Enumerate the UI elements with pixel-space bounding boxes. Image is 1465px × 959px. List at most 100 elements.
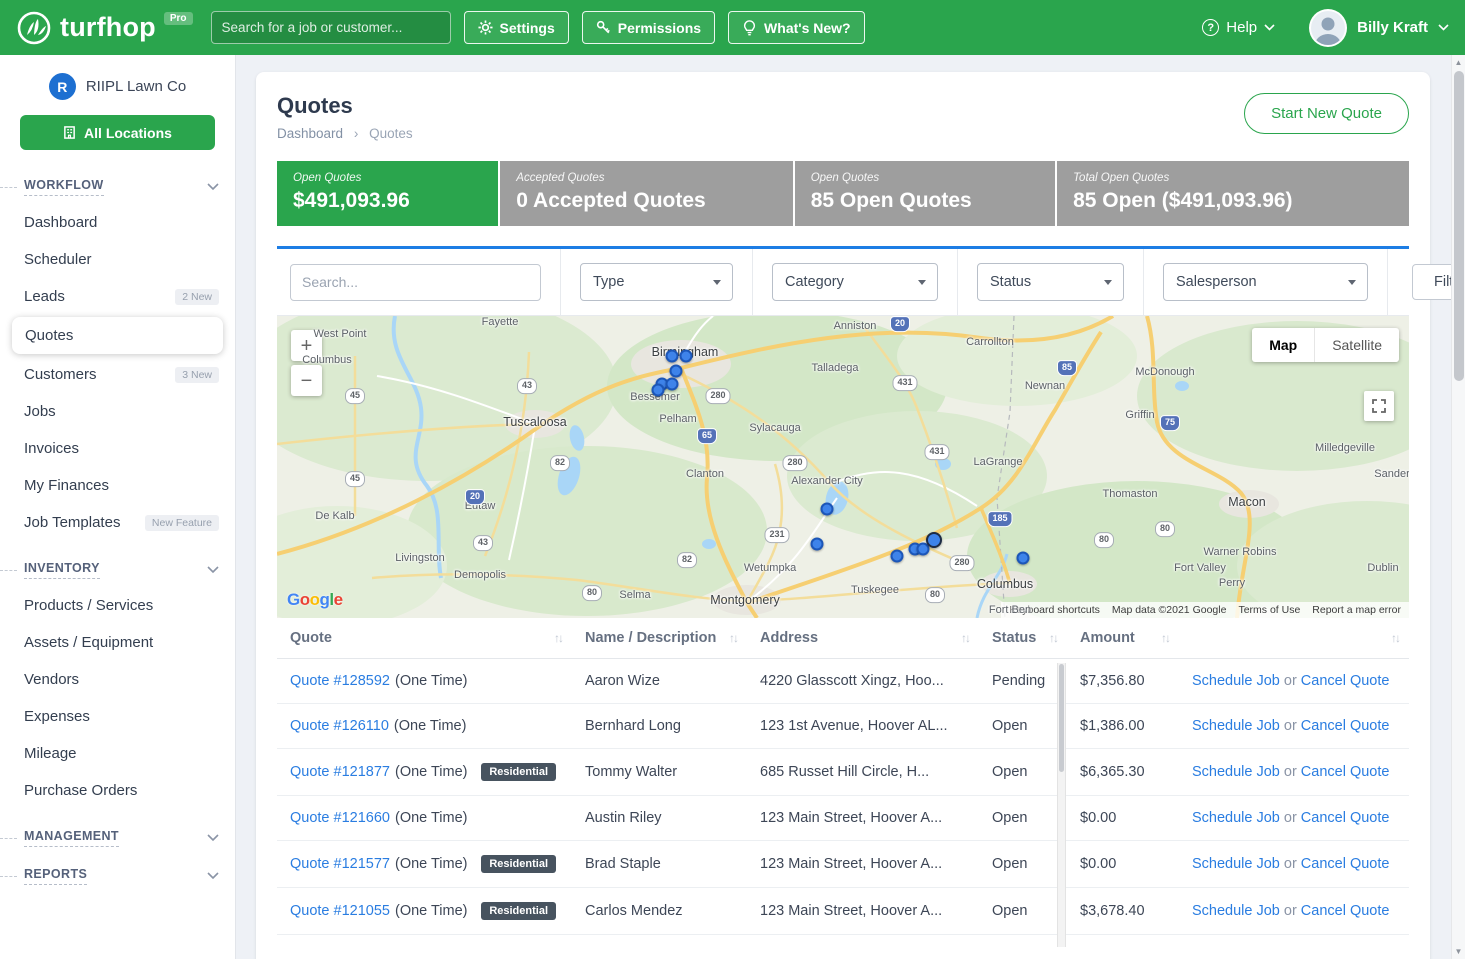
cancel-quote-link[interactable]: Cancel Quote: [1301, 673, 1390, 689]
sidebar-section-inventory[interactable]: INVENTORY: [24, 561, 219, 579]
permissions-button[interactable]: Permissions: [582, 11, 715, 44]
schedule-job-link[interactable]: Schedule Job: [1192, 764, 1280, 780]
category-select[interactable]: Category: [772, 263, 938, 301]
schedule-job-link[interactable]: Schedule Job: [1192, 810, 1280, 826]
nav-item-label: Vendors: [24, 671, 79, 688]
quote-link[interactable]: Quote #121577: [290, 856, 390, 872]
settings-button[interactable]: Settings: [464, 11, 569, 44]
sidebar-item-products-services[interactable]: Products / Services: [0, 587, 235, 624]
road-shield: 20: [465, 489, 485, 505]
table-scrollbar[interactable]: [1057, 663, 1066, 947]
road-shield: 43: [473, 535, 493, 551]
col-header-name[interactable]: Name / Description↑↓: [572, 618, 747, 658]
filter-button[interactable]: Filter: [1412, 264, 1451, 300]
map-type-map[interactable]: Map: [1252, 328, 1315, 362]
map-quote-marker[interactable]: [891, 550, 904, 563]
col-header-status[interactable]: Status↑↓: [979, 618, 1067, 658]
map-quote-marker[interactable]: [666, 350, 679, 363]
fullscreen-button[interactable]: [1364, 391, 1394, 421]
sort-icon[interactable]: ↑↓: [554, 631, 562, 645]
sort-icon[interactable]: ↑↓: [961, 631, 969, 645]
schedule-job-link[interactable]: Schedule Job: [1192, 856, 1280, 872]
col-header-address[interactable]: Address↑↓: [747, 618, 979, 658]
sidebar-item-vendors[interactable]: Vendors: [0, 661, 235, 698]
type-select[interactable]: Type: [580, 263, 733, 301]
cancel-quote-link[interactable]: Cancel Quote: [1301, 718, 1390, 734]
col-header-amount[interactable]: Amount↑↓: [1067, 618, 1179, 658]
map-quote-marker[interactable]: [670, 365, 683, 378]
sidebar-section-workflow[interactable]: WORKFLOW: [24, 178, 219, 196]
topbar: turfhop Pro Settings Permissions What's …: [0, 0, 1465, 55]
sidebar-item-assets-equipment[interactable]: Assets / Equipment: [0, 624, 235, 661]
schedule-job-link[interactable]: Schedule Job: [1192, 718, 1280, 734]
sidebar-item-jobs[interactable]: Jobs: [0, 393, 235, 430]
sort-icon[interactable]: ↑↓: [729, 631, 737, 645]
sidebar-item-scheduler[interactable]: Scheduler: [0, 241, 235, 278]
zoom-out-button[interactable]: −: [291, 365, 322, 396]
whats-new-button[interactable]: What's New?: [728, 11, 865, 44]
cancel-quote-link[interactable]: Cancel Quote: [1301, 856, 1390, 872]
sidebar-item-my-finances[interactable]: My Finances: [0, 467, 235, 504]
google-logo[interactable]: Google: [287, 590, 343, 610]
help-menu[interactable]: ? Help: [1202, 19, 1275, 36]
keyboard-shortcuts-link[interactable]: Keyboard shortcuts: [1009, 604, 1099, 616]
map-type-toggle: Map Satellite: [1252, 328, 1399, 362]
sidebar-section-reports[interactable]: REPORTS: [24, 867, 219, 885]
user-menu[interactable]: Billy Kraft: [1309, 9, 1449, 47]
quote-link[interactable]: Quote #121660: [290, 810, 390, 826]
sidebar-section-management[interactable]: MANAGEMENT: [24, 829, 219, 847]
map-quote-marker[interactable]: [821, 503, 834, 516]
start-new-quote-button[interactable]: Start New Quote: [1244, 93, 1409, 134]
map-quote-marker[interactable]: [666, 378, 679, 391]
sidebar-item-dashboard[interactable]: Dashboard: [0, 204, 235, 241]
sidebar-item-expenses[interactable]: Expenses: [0, 698, 235, 735]
company-row[interactable]: R RIIPL Lawn Co: [0, 73, 235, 100]
map-quote-marker[interactable]: [926, 532, 942, 548]
global-search-input[interactable]: [211, 11, 451, 44]
quotes-search-input[interactable]: [290, 264, 541, 301]
all-locations-button[interactable]: All Locations: [20, 115, 215, 150]
table-scrollbar-thumb[interactable]: [1059, 664, 1064, 772]
map-type-satellite[interactable]: Satellite: [1315, 328, 1399, 362]
cancel-quote-link[interactable]: Cancel Quote: [1301, 764, 1390, 780]
salesperson-select[interactable]: Salesperson: [1163, 263, 1368, 301]
sidebar-item-customers[interactable]: Customers 3 New: [0, 356, 235, 393]
cancel-quote-link[interactable]: Cancel Quote: [1301, 903, 1390, 919]
map-quote-marker[interactable]: [652, 384, 665, 397]
quote-link[interactable]: Quote #126110: [290, 718, 389, 734]
sidebar-item-purchase-orders[interactable]: Purchase Orders: [0, 772, 235, 809]
scroll-up-arrow[interactable]: ▲: [1452, 55, 1465, 70]
zoom-in-button[interactable]: +: [291, 330, 322, 361]
map-quote-marker[interactable]: [1017, 552, 1030, 565]
status-select[interactable]: Status: [977, 263, 1124, 301]
nav-item-label: Job Templates: [24, 514, 120, 531]
sidebar-item-quotes[interactable]: Quotes: [12, 317, 223, 354]
breadcrumb-dashboard[interactable]: Dashboard: [277, 126, 343, 141]
sort-icon[interactable]: ↑↓: [1391, 631, 1399, 645]
sidebar-item-mileage[interactable]: Mileage: [0, 735, 235, 772]
schedule-job-link[interactable]: Schedule Job: [1192, 673, 1280, 689]
nav-item-label: Products / Services: [24, 597, 153, 614]
quote-link[interactable]: Quote #121877: [290, 764, 390, 780]
breadcrumb-separator: ›: [354, 126, 359, 141]
quote-link[interactable]: Quote #128592: [290, 673, 390, 689]
cancel-quote-link[interactable]: Cancel Quote: [1301, 810, 1390, 826]
map-canvas[interactable]: + − Map Satellite Google Keyboard shortc…: [277, 316, 1409, 618]
report-map-error-link[interactable]: Report a map error: [1312, 604, 1401, 616]
brand-logo[interactable]: turfhop Pro: [16, 10, 193, 46]
sidebar-item-invoices[interactable]: Invoices: [0, 430, 235, 467]
terms-of-use-link[interactable]: Terms of Use: [1238, 604, 1300, 616]
page-scrollbar[interactable]: ▲ ▼: [1451, 55, 1465, 959]
map-quote-marker[interactable]: [811, 538, 824, 551]
col-header-quote[interactable]: Quote↑↓: [277, 618, 572, 658]
quote-link[interactable]: Quote #121055: [290, 903, 390, 919]
sort-icon[interactable]: ↑↓: [1161, 631, 1169, 645]
page-scrollbar-thumb[interactable]: [1454, 71, 1464, 381]
sort-icon[interactable]: ↑↓: [1049, 631, 1057, 645]
sidebar-item-leads[interactable]: Leads 2 New: [0, 278, 235, 315]
map-quote-marker[interactable]: [680, 350, 693, 363]
scroll-down-arrow[interactable]: ▼: [1452, 944, 1465, 959]
sidebar-item-job-templates[interactable]: Job Templates New Feature: [0, 504, 235, 541]
map-terrain: [277, 316, 1409, 618]
schedule-job-link[interactable]: Schedule Job: [1192, 903, 1280, 919]
